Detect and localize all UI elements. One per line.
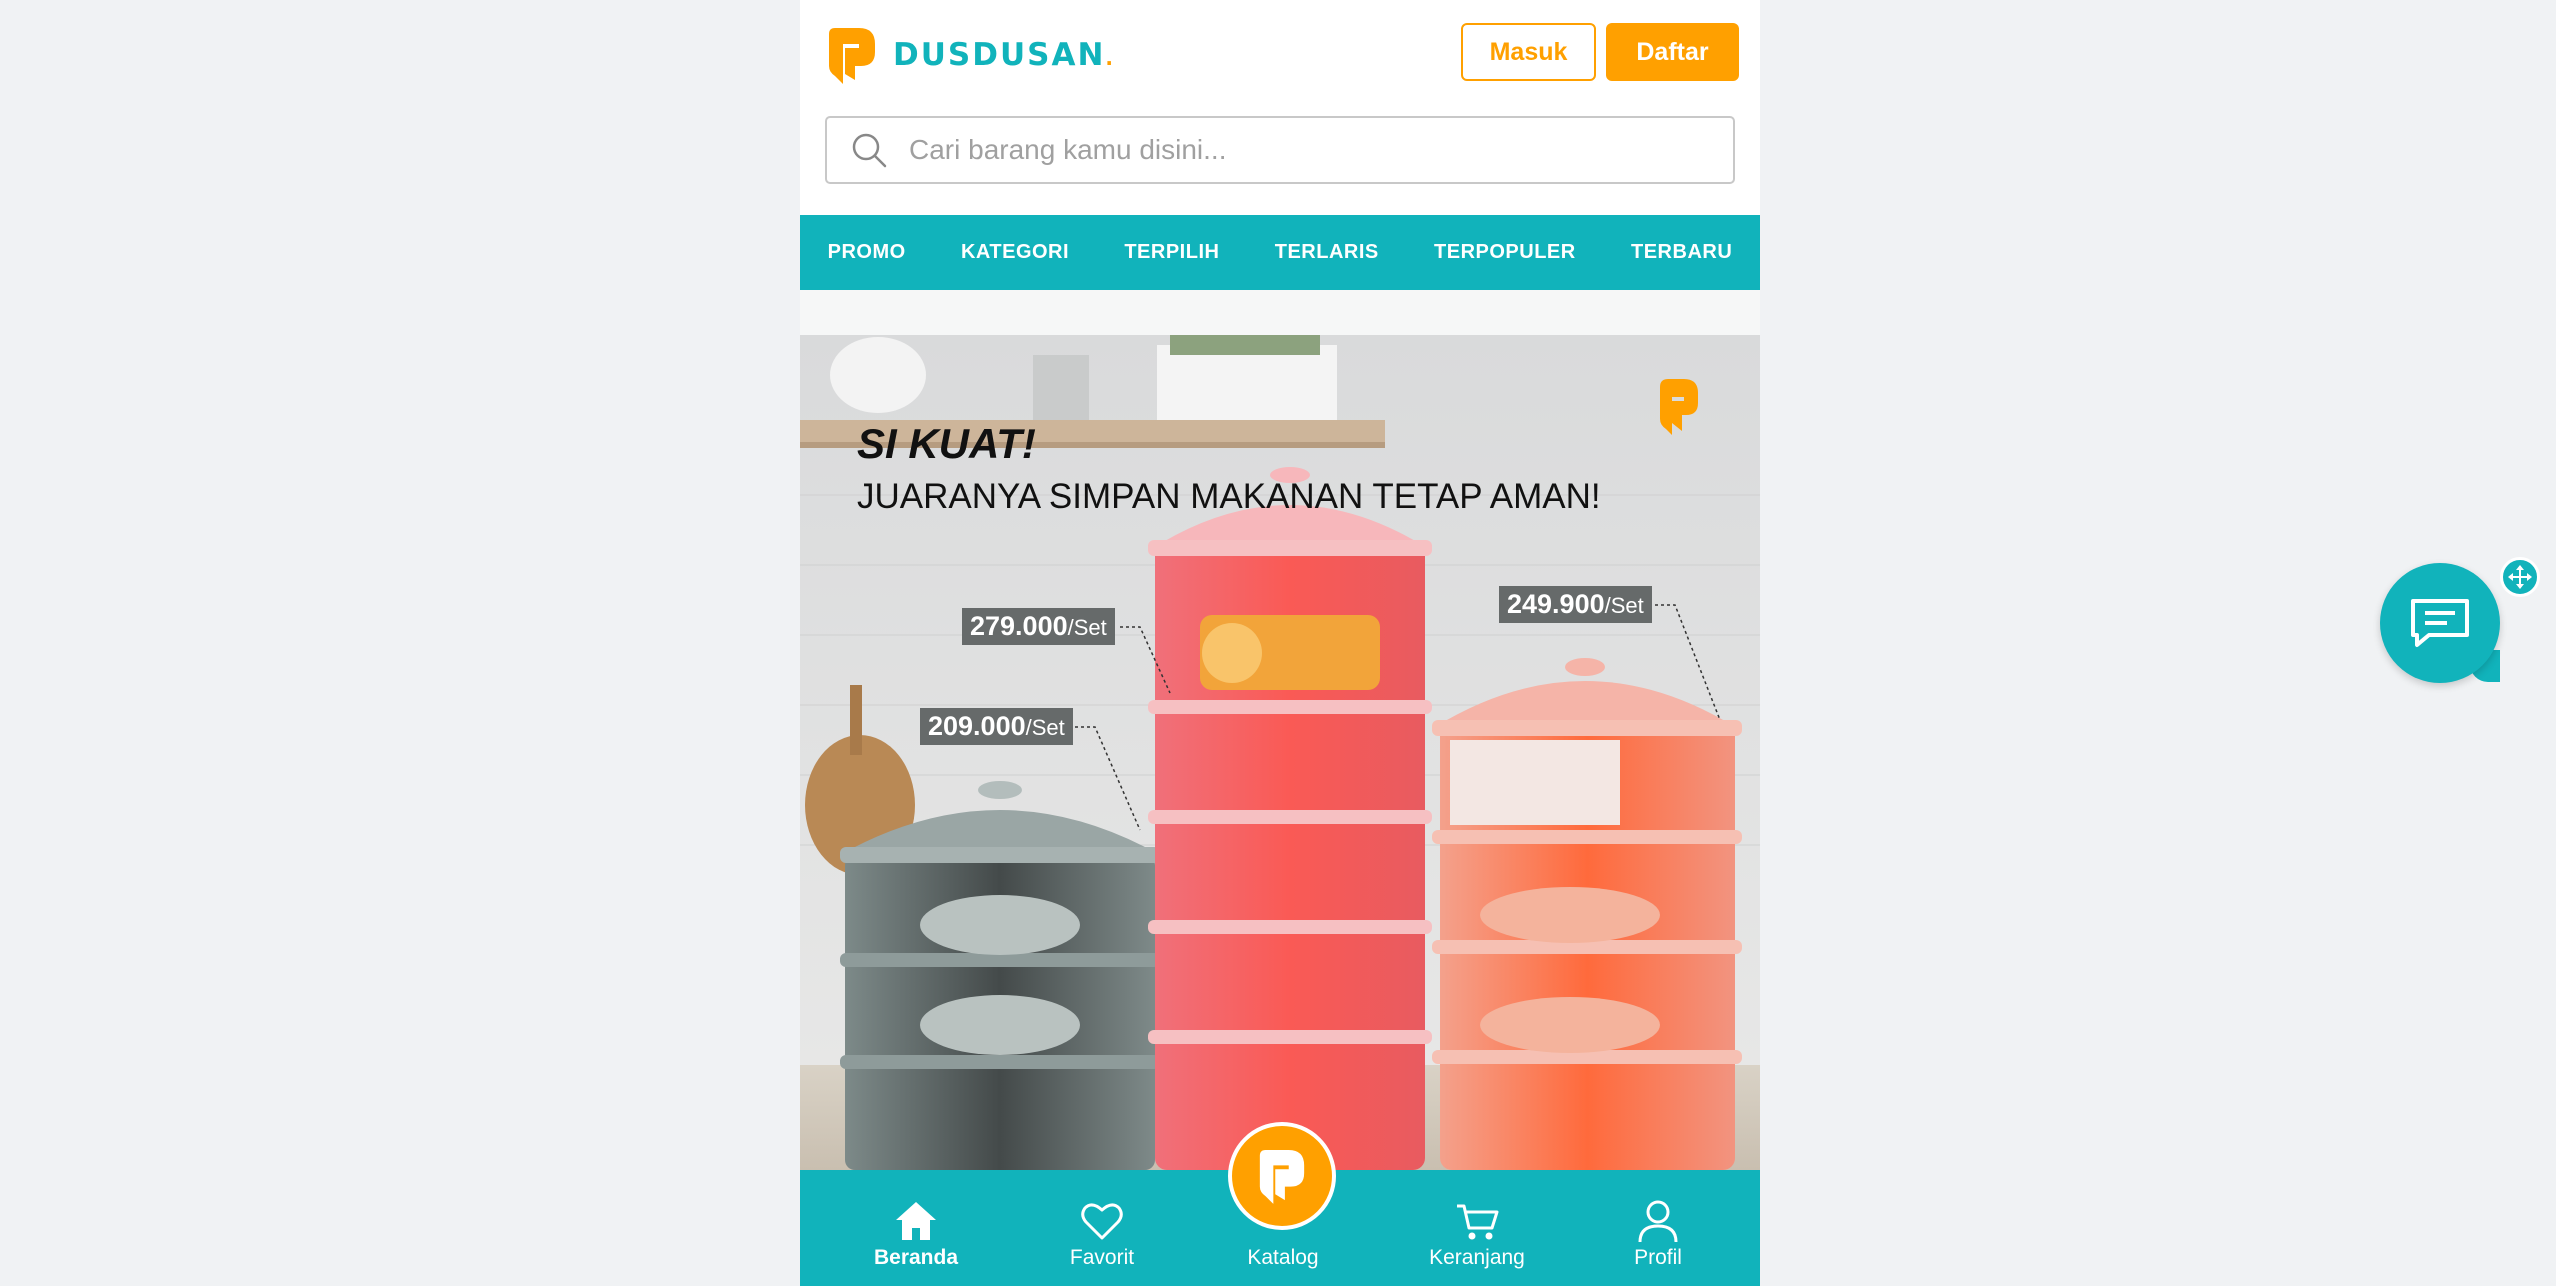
- brand-logo[interactable]: DUSDUSAN.: [825, 26, 1115, 84]
- price-tag: 279.000/Set: [962, 608, 1115, 645]
- search-bar[interactable]: [825, 116, 1735, 184]
- bottom-nav-label: Keranjang: [1429, 1246, 1525, 1269]
- bottom-nav-label: Katalog: [1247, 1246, 1319, 1269]
- bottom-nav-keranjang[interactable]: Keranjang: [1407, 1170, 1547, 1286]
- nav-terbaru[interactable]: TERBARU: [1631, 241, 1732, 264]
- cart-icon: [1457, 1204, 1499, 1240]
- home-icon: [896, 1202, 936, 1240]
- bottom-nav-favorit[interactable]: Favorit: [1032, 1170, 1172, 1286]
- category-nav: PROMO KATEGORI TERPILIH TERLARIS TERPOPU…: [800, 215, 1760, 290]
- nav-promo[interactable]: PROMO: [828, 241, 906, 264]
- promo-banner[interactable]: SI KUAT! JUARANYA SIMPAN MAKANAN TETAP A…: [800, 335, 1760, 1170]
- search-icon: [852, 133, 887, 168]
- nav-kategori[interactable]: KATEGORI: [961, 241, 1069, 264]
- login-button[interactable]: Masuk: [1461, 23, 1596, 81]
- spacer: [800, 290, 1760, 335]
- app-shell: DUSDUSAN. Masuk Daftar PROMO KATEGORI TE…: [800, 0, 1760, 1286]
- dusdusan-logo-icon: [1259, 1150, 1305, 1204]
- bottom-nav-label: Favorit: [1069, 1246, 1135, 1269]
- dusdusan-logo-icon: [829, 28, 875, 84]
- grey-food-keeper: [840, 781, 1160, 1170]
- chat-icon: [2411, 599, 2469, 647]
- nav-terpopuler[interactable]: TERPOPULER: [1434, 241, 1576, 264]
- price-tag: 249.900/Set: [1499, 586, 1652, 623]
- heart-icon: [1081, 1203, 1123, 1240]
- nav-terpilih[interactable]: TERPILIH: [1124, 241, 1219, 264]
- search-input[interactable]: [907, 133, 1711, 167]
- red-food-keeper: [1148, 467, 1432, 1170]
- brand-name: DUSDUSAN.: [893, 37, 1116, 73]
- chat-button[interactable]: [2380, 563, 2500, 683]
- bottom-nav-beranda[interactable]: Beranda: [846, 1170, 986, 1286]
- banner-headline: SI KUAT!: [857, 420, 1036, 467]
- katalog-button[interactable]: [1228, 1122, 1336, 1230]
- move-handle[interactable]: [2500, 557, 2540, 597]
- header: DUSDUSAN. Masuk Daftar: [800, 0, 1760, 215]
- move-icon: [2508, 565, 2532, 589]
- orange-food-keeper: [1432, 658, 1742, 1170]
- bottom-nav-profil[interactable]: Profil: [1588, 1170, 1728, 1286]
- bottom-nav-label: Beranda: [873, 1246, 959, 1269]
- price-tag: 209.000/Set: [920, 708, 1073, 745]
- banner-subline: JUARANYA SIMPAN MAKANAN TETAP AMAN!: [857, 477, 1601, 516]
- nav-terlaris[interactable]: TERLARIS: [1275, 241, 1379, 264]
- user-icon: [1638, 1200, 1678, 1243]
- register-button[interactable]: Daftar: [1606, 23, 1739, 81]
- bottom-nav-label: Profil: [1634, 1246, 1682, 1269]
